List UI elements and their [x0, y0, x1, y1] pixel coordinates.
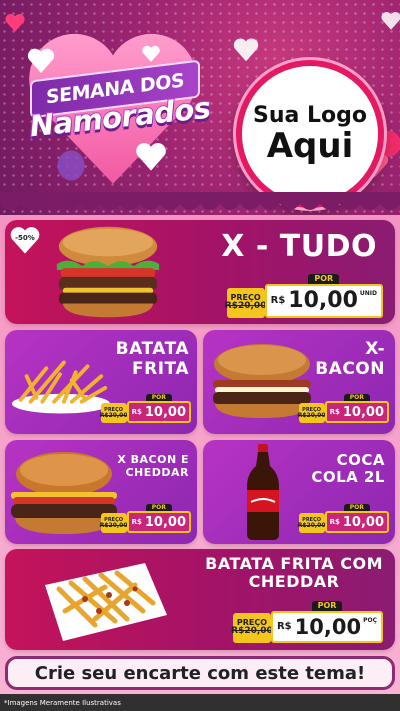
product-name: COCA COLA 2L [311, 451, 385, 487]
heart-balloon-icon [142, 45, 160, 62]
product-name-line: CHEDDAR [248, 572, 340, 592]
new-price-box: R$ 10,00 [126, 511, 191, 534]
product-card-x-bacon[interactable]: X- BACON PREÇO R$20,00 POR R$ 10,00 [203, 330, 395, 434]
new-price-box: R$ 10,00 [126, 401, 191, 424]
old-price-box: PREÇO R$20,00 [99, 403, 128, 424]
price-block: PREÇO R$20,00 POR R$ 10,00 [297, 504, 389, 534]
new-price: 10,00 [294, 614, 362, 639]
soda-bottle-image [247, 444, 279, 540]
por-tag: POR [145, 504, 172, 512]
heart-balloon-icon [381, 11, 400, 30]
new-price-wrap: POR R$ 10,00 [324, 394, 389, 424]
heart-balloon-icon [27, 48, 55, 73]
discount-badge: -50% [15, 234, 35, 242]
burger-image [56, 226, 160, 318]
product-name: X- BACON [315, 339, 385, 379]
por-tag: POR [343, 394, 370, 402]
price-block: PREÇO R$20,00 POR R$ 10,00 [99, 394, 191, 424]
product-card-coca-cola[interactable]: COCA COLA 2L PREÇO R$20,00 POR R$ 10,00 [203, 440, 395, 544]
product-name-line: BACON [315, 358, 385, 379]
product-name-line: X - TUDO [221, 229, 377, 264]
old-price-box: PREÇO R$20,00 [297, 403, 326, 424]
logo-placeholder: Sua Logo Aqui [236, 60, 384, 208]
price-block: PREÇO R$20,00 POR R$ 10,00 POÇ [231, 601, 383, 643]
product-name-line: X BACON E [117, 453, 189, 466]
old-price-box: PREÇO R$20,00 [297, 513, 326, 534]
currency: R$ [329, 518, 340, 527]
product-name-line: FRITA [132, 358, 189, 379]
price-block: PREÇO R$20,00 POR R$ 10,00 [99, 504, 191, 534]
product-card-x-tudo[interactable]: X - TUDO PREÇO R$20,00 POR R$ 10,00 UNID [5, 220, 395, 324]
product-card-x-bacon-cheddar[interactable]: X BACON E CHEDDAR PREÇO R$20,00 POR R$ 1… [5, 440, 197, 544]
fries-cheddar-image [45, 563, 167, 641]
product-name-line: COCA [336, 451, 385, 469]
new-price-box: R$ 10,00 UNID [264, 283, 383, 318]
heart-balloon-icon [233, 38, 259, 62]
product-name-line: X- [365, 339, 385, 359]
new-price-wrap: POR R$ 10,00 POÇ [270, 601, 383, 643]
wave-divider [0, 192, 400, 210]
product-card-batata-cheddar[interactable]: BATATA FRITA COM CHEDDAR PREÇO R$20,00 P… [5, 549, 395, 650]
new-price-box: R$ 10,00 [324, 401, 389, 424]
currency: R$ [131, 408, 142, 417]
new-price-wrap: POR R$ 10,00 UNID [264, 274, 383, 318]
old-price-box: PREÇO R$20,00 [99, 513, 128, 534]
por-tag: POR [308, 274, 340, 284]
new-price: 10,00 [144, 514, 186, 530]
logo-line-1: Sua Logo [252, 102, 367, 128]
footer-note: *Imagens Meramente Ilustrativas [0, 694, 400, 711]
por-tag: POR [311, 601, 343, 611]
new-price-wrap: POR R$ 10,00 [324, 504, 389, 534]
price-block: PREÇO R$20,00 POR R$ 10,00 [297, 394, 389, 424]
product-name: BATATA FRITA COM CHEDDAR [205, 554, 383, 592]
currency: R$ [329, 408, 340, 417]
old-price: R$20,00 [297, 521, 326, 529]
product-name-line: CHEDDAR [125, 465, 189, 479]
currency: R$ [131, 518, 142, 527]
header-banner: SEMANA DOS Namorados Sua Logo Aqui [0, 0, 400, 215]
price-block: PREÇO R$20,00 POR R$ 10,00 UNID [224, 274, 383, 318]
currency: R$ [270, 295, 286, 307]
old-price: R$20,00 [99, 411, 128, 419]
new-price-wrap: POR R$ 10,00 [126, 394, 191, 424]
product-name: X - TUDO [221, 229, 377, 265]
old-price: R$20,00 [224, 301, 267, 312]
currency: R$ [276, 621, 292, 633]
new-price-box: R$ 10,00 [324, 511, 389, 534]
old-price-box: PREÇO R$20,00 [231, 612, 273, 643]
unit-label: UNID [359, 289, 377, 297]
product-name-line: BATATA [115, 339, 189, 359]
por-tag: POR [145, 394, 172, 402]
new-price: 10,00 [288, 288, 358, 314]
new-price-wrap: POR R$ 10,00 [126, 504, 191, 534]
old-price: R$20,00 [231, 626, 273, 637]
fries-image [11, 360, 111, 414]
new-price: 10,00 [144, 404, 186, 420]
product-name-line: BATATA FRITA COM [205, 554, 383, 573]
unit-label: POÇ [363, 616, 377, 624]
new-price: 10,00 [342, 514, 384, 530]
product-card-batata-frita[interactable]: BATATA FRITA PREÇO R$20,00 POR R$ 10,00 [5, 330, 197, 434]
old-price: R$20,00 [297, 411, 326, 419]
cta-banner[interactable]: Crie seu encarte com este tema! [5, 656, 395, 690]
heart-balloon-icon [136, 143, 166, 171]
new-price: 10,00 [342, 404, 384, 420]
old-price: R$20,00 [99, 521, 128, 529]
product-name: X BACON E CHEDDAR [117, 453, 189, 479]
por-tag: POR [343, 504, 370, 512]
product-name: BATATA FRITA [115, 339, 189, 379]
product-name-line: COLA 2L [311, 468, 385, 487]
old-price-box: PREÇO R$20,00 [224, 287, 267, 318]
logo-line-2: Aqui [266, 125, 354, 166]
new-price-box: R$ 10,00 POÇ [270, 610, 383, 643]
